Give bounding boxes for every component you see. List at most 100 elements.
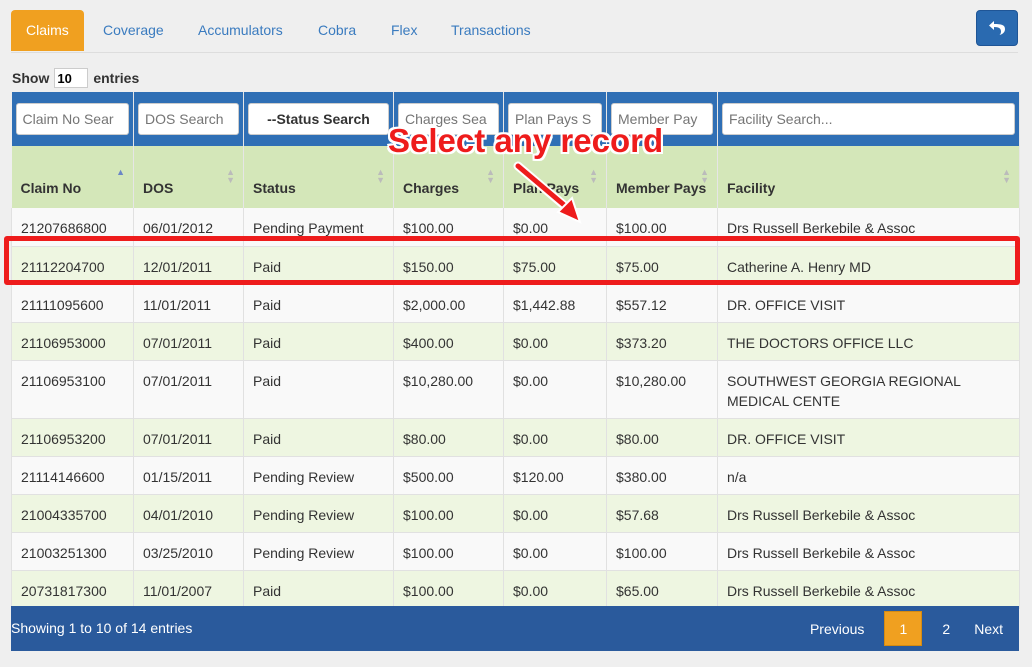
facility-search-input[interactable] (722, 103, 1015, 135)
charges-search-input[interactable] (398, 103, 499, 135)
column-header-plan-pays[interactable]: Plan Pays ▲ ▼ (503, 146, 607, 208)
cell-dos: 07/01/2011 (133, 322, 244, 361)
next-page-button[interactable]: Next (962, 621, 1019, 637)
cell-facility: n/a (717, 456, 1020, 495)
column-header-claim-no[interactable]: Claim No ▲ (11, 146, 134, 208)
table-row[interactable]: 21106953200 07/01/2011 Paid $80.00 $0.00 $80.… (11, 418, 1020, 457)
cell-dos: 07/01/2011 (133, 418, 244, 457)
cell-claim-no: 21106953100 (11, 360, 134, 419)
table-row[interactable]: 21111095600 11/01/2011 Paid $2,000.00 $1,442… (11, 284, 1020, 323)
tab-bar: Claims Coverage Accumulators Cobra Flex … (11, 10, 1018, 53)
cell-claim-no: 21106953200 (11, 418, 134, 457)
cell-dos: 06/01/2012 (133, 208, 244, 247)
sort-ascending-icon: ▲ (116, 167, 125, 177)
cell-member-pays: $10,280.00 (606, 360, 718, 419)
member-pays-search-input[interactable] (611, 103, 713, 135)
cell-plan-pays: $0.00 (503, 494, 607, 533)
cell-plan-pays: $0.00 (503, 360, 607, 419)
tab-claims[interactable]: Claims (11, 10, 84, 51)
tab-cobra[interactable]: Cobra (318, 10, 356, 51)
cell-charges: $100.00 (393, 570, 504, 609)
cell-status: Paid (243, 570, 394, 609)
cell-dos: 04/01/2010 (133, 494, 244, 533)
tab-flex[interactable]: Flex (391, 10, 417, 51)
table-footer: Showing 1 to 10 of 14 entries Previous 1… (11, 606, 1019, 651)
status-search-select[interactable]: --Status Search (248, 103, 389, 135)
cell-status: Paid (243, 418, 394, 457)
column-header-status[interactable]: Status ▲ ▼ (243, 146, 394, 208)
dos-search-input[interactable] (138, 103, 239, 135)
table-row[interactable]: 21114146600 01/15/2011 Pending Review $500.… (11, 456, 1020, 495)
entries-label: entries (93, 70, 140, 86)
cell-claim-no: 21111095600 (11, 284, 134, 323)
cell-plan-pays: $75.00 (503, 246, 607, 285)
page-1-button[interactable]: 1 (884, 611, 923, 646)
pagination: Previous 1 2 Next (798, 606, 1019, 651)
entries-info: Showing 1 to 10 of 14 entries (11, 620, 193, 636)
cell-dos: 11/01/2007 (133, 570, 244, 609)
cell-charges: $10,280.00 (393, 360, 504, 419)
undo-arrow-icon (989, 21, 1005, 35)
cell-member-pays: $380.00 (606, 456, 718, 495)
cell-status: Paid (243, 284, 394, 323)
cell-facility: Catherine A. Henry MD (717, 246, 1020, 285)
cell-dos: 01/15/2011 (133, 456, 244, 495)
tab-coverage[interactable]: Coverage (103, 10, 164, 51)
cell-status: Pending Review (243, 494, 394, 533)
table-row[interactable]: 21207686800 06/01/2012 Pending Payment $100… (11, 208, 1020, 247)
cell-charges: $80.00 (393, 418, 504, 457)
cell-claim-no: 20731817300 (11, 570, 134, 609)
back-button[interactable] (976, 10, 1018, 46)
cell-member-pays: $100.00 (606, 532, 718, 571)
table-row[interactable]: 21003251300 03/25/2010 Pending Review $100.… (11, 532, 1020, 571)
cell-status: Pending Payment (243, 208, 394, 247)
claim-no-search-input[interactable] (15, 103, 129, 135)
cell-plan-pays: $0.00 (503, 208, 607, 247)
column-header-dos[interactable]: DOS ▲ ▼ (133, 146, 244, 208)
column-header-charges[interactable]: Charges ▲ ▼ (393, 146, 504, 208)
sort-icon: ▲ ▼ (226, 167, 235, 185)
cell-member-pays: $100.00 (606, 208, 718, 247)
table-row[interactable]: 21106953000 07/01/2011 Paid $400.00 $0.00 $37… (11, 322, 1020, 361)
column-header-facility[interactable]: Facility ▲ ▼ (717, 146, 1020, 208)
table-row[interactable]: 21004335700 04/01/2010 Pending Review $100.… (11, 494, 1020, 533)
cell-facility: DR. OFFICE VISIT (717, 284, 1020, 323)
cell-dos: 07/01/2011 (133, 360, 244, 419)
cell-charges: $100.00 (393, 208, 504, 247)
plan-pays-search-input[interactable] (508, 103, 602, 135)
cell-claim-no: 21004335700 (11, 494, 134, 533)
cell-facility: Drs Russell Berkebile & Assoc (717, 570, 1020, 609)
claims-table: --Status Search Claim No▲ DOS▲▼ Status▲▼… (11, 92, 1020, 609)
cell-dos: 03/25/2010 (133, 532, 244, 571)
cell-charges: $400.00 (393, 322, 504, 361)
cell-charges: $100.00 (393, 532, 504, 571)
cell-plan-pays: $1,442.88 (503, 284, 607, 323)
cell-charges: $2,000.00 (393, 284, 504, 323)
cell-plan-pays: $0.00 (503, 570, 607, 609)
table-row[interactable]: 21112204700 12/01/2011 Paid $150.00 $75.00 $7… (11, 246, 1020, 285)
cell-dos: 12/01/2011 (133, 246, 244, 285)
page-2-button[interactable]: 2 (930, 621, 962, 637)
cell-plan-pays: $0.00 (503, 418, 607, 457)
cell-member-pays: $373.20 (606, 322, 718, 361)
cell-status: Pending Review (243, 532, 394, 571)
page-length-input[interactable] (54, 68, 89, 88)
table-row[interactable]: 20731817300 11/01/2007 Paid $100.00 $0.00 $65… (11, 570, 1020, 609)
cell-plan-pays: $0.00 (503, 532, 607, 571)
cell-plan-pays: $0.00 (503, 322, 607, 361)
cell-claim-no: 21114146600 (11, 456, 134, 495)
tab-transactions[interactable]: Transactions (451, 10, 531, 51)
cell-dos: 11/01/2011 (133, 284, 244, 323)
cell-facility: Drs Russell Berkebile & Assoc (717, 494, 1020, 533)
cell-claim-no: 21207686800 (11, 208, 134, 247)
tab-accumulators[interactable]: Accumulators (198, 10, 283, 51)
previous-page-button[interactable]: Previous (798, 621, 876, 637)
cell-facility: THE DOCTORS OFFICE LLC (717, 322, 1020, 361)
cell-facility: DR. OFFICE VISIT (717, 418, 1020, 457)
sort-icon: ▲ ▼ (486, 167, 495, 185)
cell-charges: $500.00 (393, 456, 504, 495)
column-header-member-pays[interactable]: Member Pays ▲ ▼ (606, 146, 718, 208)
table-row[interactable]: 21106953100 07/01/2011 Paid $10,280.00 $0.00… (11, 360, 1020, 419)
cell-status: Paid (243, 360, 394, 419)
cell-charges: $150.00 (393, 246, 504, 285)
